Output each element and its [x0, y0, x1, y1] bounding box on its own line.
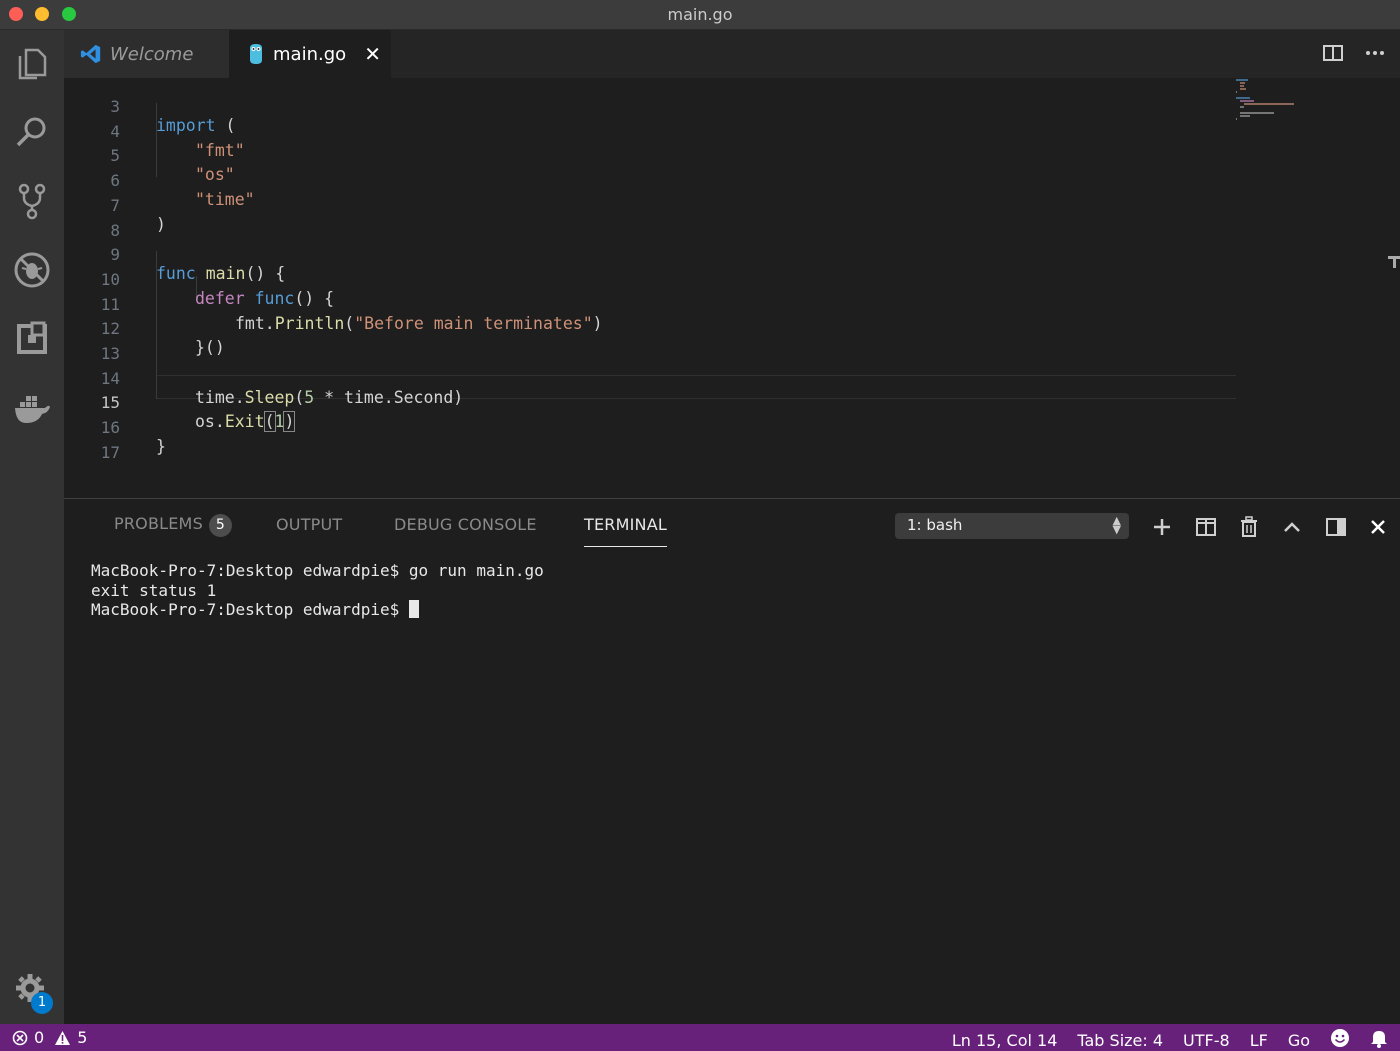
code-line: 7 )	[64, 177, 1400, 234]
close-tab-icon[interactable]: ✕	[364, 42, 381, 66]
warning-icon	[55, 1030, 71, 1045]
toggle-panel-position-icon[interactable]	[1324, 515, 1348, 539]
explorer-icon[interactable]	[10, 42, 54, 86]
status-bar: 0 5 Ln 15, Col 14 Tab Size: 4 UTF-8 LF G…	[0, 1024, 1400, 1051]
source-control-icon[interactable]	[10, 179, 54, 223]
terminal-line: exit status 1	[91, 580, 217, 600]
error-icon	[12, 1030, 28, 1045]
terminal-selector[interactable]: 1: bash ▲ ▼	[895, 513, 1129, 539]
docker-icon[interactable]	[10, 386, 54, 430]
new-terminal-icon[interactable]	[1150, 515, 1174, 539]
tab-main-go-label: main.go	[273, 43, 347, 65]
code-line: 17	[64, 424, 1400, 462]
terminal-output[interactable]: MacBook-Pro-7:Desktop edwardpie$ go run …	[91, 561, 544, 620]
title-bar: main.go	[0, 0, 1400, 30]
go-gopher-icon	[250, 44, 262, 64]
editor-tab-bar: Welcome main.go ✕	[64, 30, 1400, 78]
extensions-icon[interactable]	[10, 317, 54, 361]
terminal-cursor	[408, 600, 419, 618]
settings-badge: 1	[31, 992, 53, 1014]
minimap[interactable]	[1234, 78, 1304, 128]
encoding[interactable]: UTF-8	[1183, 1031, 1230, 1050]
terminal-line: MacBook-Pro-7:Desktop edwardpie$	[91, 600, 409, 619]
tab-problems[interactable]: PROBLEMS 5	[114, 514, 232, 537]
debug-icon[interactable]	[10, 248, 54, 292]
code-line: 6 "time"	[64, 152, 1400, 209]
scrollbar-marker[interactable]	[1388, 254, 1400, 268]
close-panel-icon[interactable]	[1366, 515, 1390, 539]
terminal-line: MacBook-Pro-7:Desktop edwardpie$ go run …	[91, 561, 544, 580]
code-line: 16 }	[64, 399, 1400, 456]
trash-icon[interactable]	[1237, 515, 1261, 539]
maximize-panel-icon[interactable]	[1280, 515, 1304, 539]
vscode-icon	[80, 44, 101, 64]
search-icon[interactable]	[10, 110, 54, 154]
feedback-smiley-icon[interactable]	[1330, 1028, 1350, 1051]
code-line: 13	[64, 325, 1400, 363]
code-line: 14 time.Sleep(5 * time.Second)	[64, 350, 1400, 407]
tab-size[interactable]: Tab Size: 4	[1077, 1031, 1163, 1050]
code-line: 10 defer func() {	[64, 251, 1400, 308]
more-actions-icon[interactable]	[1364, 42, 1386, 64]
cursor-position[interactable]: Ln 15, Col 14	[952, 1031, 1058, 1050]
code-line: 9 func main() {	[64, 226, 1400, 283]
code-line: 3 import (	[64, 78, 1400, 135]
window-title: main.go	[667, 5, 733, 24]
end-of-line[interactable]: LF	[1250, 1031, 1268, 1050]
code-editor[interactable]: 3 import ( 4 "fmt" 5 "os" 6 "time" 7 ) 8…	[64, 78, 1400, 498]
code-line: 8	[64, 202, 1400, 240]
tab-output[interactable]: OUTPUT	[276, 515, 342, 534]
code-line: 12 }()	[64, 300, 1400, 357]
notifications-bell-icon[interactable]	[1370, 1028, 1388, 1051]
code-line: 15 os.Exit(1)	[64, 374, 1400, 433]
split-editor-icon[interactable]	[1322, 42, 1344, 64]
split-terminal-icon[interactable]	[1194, 515, 1218, 539]
tab-debug-console[interactable]: DEBUG CONSOLE	[394, 515, 537, 534]
problems-count-badge: 5	[208, 514, 232, 537]
error-count: 0	[34, 1028, 45, 1047]
code-line: 4 "fmt"	[64, 103, 1400, 160]
code-line: 11 fmt.Println("Before main terminates")	[64, 276, 1400, 333]
bottom-panel: PROBLEMS 5 OUTPUT DEBUG CONSOLE TERMINAL …	[64, 498, 1400, 1024]
activity-bar: 1	[0, 30, 64, 1024]
tab-terminal[interactable]: TERMINAL	[584, 515, 667, 547]
language-mode[interactable]: Go	[1288, 1031, 1310, 1050]
warning-count: 5	[77, 1028, 88, 1047]
tab-welcome[interactable]: Welcome	[64, 30, 229, 78]
tab-welcome-label: Welcome	[110, 43, 194, 65]
line-number: 17	[100, 442, 120, 462]
tab-main-go[interactable]: main.go ✕	[229, 30, 391, 78]
code-line: 5 "os"	[64, 127, 1400, 184]
problems-status[interactable]: 0 5	[12, 1028, 87, 1047]
select-arrows-icon: ▲ ▼	[1112, 514, 1121, 536]
